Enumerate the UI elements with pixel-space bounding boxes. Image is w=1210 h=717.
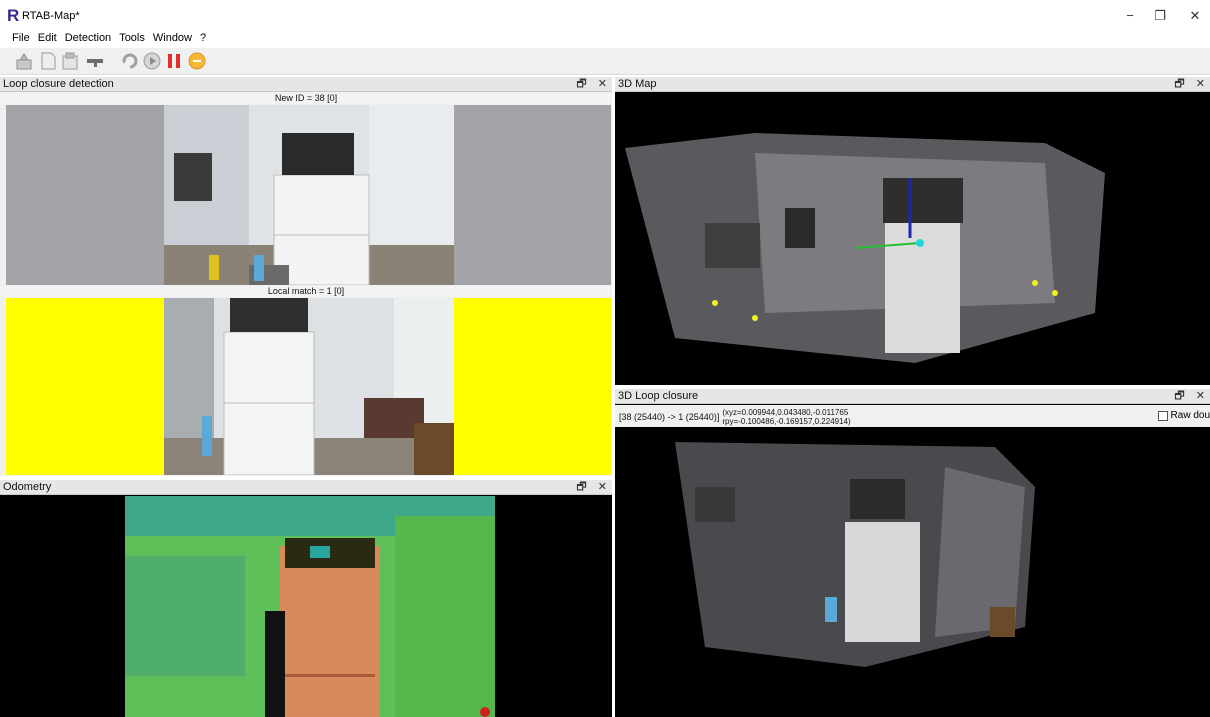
save-database-icon[interactable]	[60, 51, 80, 71]
dock-close-icon[interactable]: ✕	[1196, 78, 1205, 90]
menu-detection[interactable]: Detection	[61, 30, 115, 46]
dock-float-icon[interactable]: 🗗	[576, 481, 586, 493]
odometry-panel: Odometry 🗗 ✕	[0, 480, 612, 717]
3d-loop-closure-title: 3D Loop closure 🗗 ✕	[615, 389, 1210, 404]
menu-bar: File Edit Detection Tools Window ?	[0, 30, 210, 46]
dock-float-icon[interactable]: 🗗	[1174, 78, 1184, 90]
3d-map-panel: 3D Map 🗗 ✕	[615, 77, 1210, 385]
dock-float-icon[interactable]: 🗗	[1174, 390, 1184, 402]
minimize-button[interactable]: −	[1120, 8, 1140, 24]
odometry-depth-image[interactable]	[125, 496, 495, 717]
menu-tools[interactable]: Tools	[115, 30, 149, 46]
local-match-camera-image	[164, 298, 454, 475]
menu-help[interactable]: ?	[196, 30, 210, 46]
start-icon[interactable]	[142, 51, 162, 71]
loop-link-text: [38 (25440) -> 1 (25440)]	[619, 411, 720, 422]
loop-closure-detection-panel: Loop closure detection 🗗 ✕ New ID = 38 […	[0, 77, 612, 476]
raw-depth-checkbox[interactable]: Raw dou	[1157, 410, 1210, 421]
app-logo-icon: R	[7, 6, 20, 25]
new-id-caption: New ID = 38 [0]	[0, 93, 612, 104]
odometry-title: Odometry 🗗 ✕	[0, 480, 612, 495]
loop-xyz-text: (xyz=0.009944,0.043480,-0.011765	[722, 408, 849, 417]
reset-odometry-icon[interactable]	[120, 51, 140, 71]
3d-map-point-cloud[interactable]	[615, 93, 1210, 385]
dock-close-icon[interactable]: ✕	[598, 481, 607, 493]
new-id-camera-image	[164, 105, 454, 285]
3d-map-title: 3D Map 🗗 ✕	[615, 77, 1210, 92]
new-database-icon[interactable]	[14, 51, 34, 71]
local-match-image-view[interactable]	[6, 298, 611, 475]
local-match-caption: Local match = 1 [0]	[0, 286, 612, 297]
raw-label: Raw dou	[1170, 410, 1210, 421]
restore-button[interactable]: ❐	[1150, 8, 1170, 24]
menu-edit[interactable]: Edit	[34, 30, 61, 46]
title-bar: R RTAB-Map* − ❐ ✕	[0, 0, 1210, 31]
sensor-icon[interactable]	[85, 51, 105, 71]
pause-icon[interactable]	[164, 51, 184, 71]
loop-info-bar: [38 (25440) -> 1 (25440)] (xyz=0.009944,…	[615, 405, 1210, 427]
loop-rpy-text: rpy=-0.100486,-0.169157,0.224914)	[722, 417, 851, 426]
3d-loop-closure-panel: 3D Loop closure 🗗 ✕ [38 (25440) -> 1 (25…	[615, 389, 1210, 717]
dock-close-icon[interactable]: ✕	[1196, 390, 1205, 402]
dock-float-icon[interactable]: 🗗	[576, 78, 586, 90]
toolbar	[0, 48, 1210, 75]
stop-icon[interactable]	[187, 51, 207, 71]
new-id-image-view[interactable]	[6, 105, 611, 285]
open-database-icon[interactable]	[38, 51, 58, 71]
dock-close-icon[interactable]: ✕	[598, 78, 607, 90]
checkbox-icon[interactable]	[1157, 410, 1168, 421]
window-title: RTAB-Map*	[22, 10, 80, 22]
3d-loop-closure-point-cloud[interactable]	[615, 427, 1210, 717]
loop-closure-detection-title: Loop closure detection 🗗 ✕	[0, 77, 612, 92]
menu-window[interactable]: Window	[149, 30, 196, 46]
close-button[interactable]: ✕	[1185, 8, 1205, 24]
menu-file[interactable]: File	[8, 30, 34, 46]
